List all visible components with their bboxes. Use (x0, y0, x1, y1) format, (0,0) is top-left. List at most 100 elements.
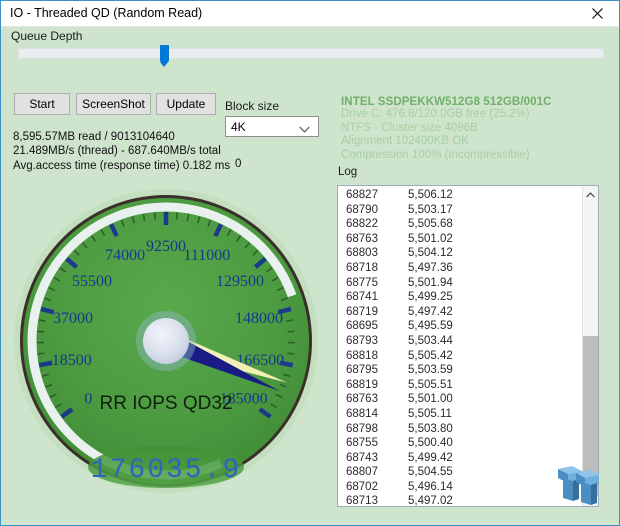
log-row[interactable]: 68790 5,503.17 (338, 203, 582, 218)
log-value: 5,501.02 (408, 232, 453, 245)
gauge-tick-label: 148000 (235, 310, 283, 327)
log-row[interactable]: 68803 5,504.12 (338, 246, 582, 261)
gauge-tick-label: 92500 (146, 238, 186, 255)
log-row[interactable]: 68719 5,497.42 (338, 305, 582, 320)
stat-throughput: 21.489MB/s (thread) - 687.640MB/s total (13, 145, 221, 158)
stat-read-total: 8,595.57MB read / 9013104640 (13, 131, 175, 143)
tweaktown-logo (552, 463, 600, 507)
close-icon (591, 8, 603, 19)
log-value: 5,497.42 (408, 305, 453, 318)
log-iops: 68818 (346, 349, 378, 362)
log-row[interactable]: 68819 5,505.51 (338, 378, 582, 393)
log-row[interactable]: 68713 5,497.02 (338, 494, 582, 507)
log-value: 5,503.17 (408, 203, 453, 216)
log-label: Log (338, 166, 358, 178)
update-button[interactable]: Update (156, 93, 216, 115)
log-iops: 68807 (346, 466, 378, 479)
log-value: 5,503.44 (408, 334, 453, 347)
log-value: 5,506.12 (408, 189, 453, 201)
log-iops: 68790 (346, 203, 378, 216)
log-value: 5,505.68 (408, 218, 453, 231)
log-value: 5,497.36 (408, 261, 453, 274)
log-iops: 68827 (346, 189, 378, 201)
log-row[interactable]: 68743 5,499.42 (338, 451, 582, 466)
gauge-minor-tick (153, 212, 157, 220)
gauge-tick-label: 37000 (53, 310, 93, 327)
log-row[interactable]: 68807 5,504.55 (338, 465, 582, 480)
gauge-tick-label: 55500 (72, 273, 112, 290)
log-iops: 68763 (346, 393, 378, 406)
log-row[interactable]: 68798 5,503.80 (338, 422, 582, 437)
gauge-caption: RR IOPS QD32 (99, 393, 232, 414)
stat-access-time: Avg.access time (response time) 0.182 ms (13, 159, 231, 172)
log-value: 5,501.00 (408, 393, 453, 406)
block-size-select[interactable]: 4K (225, 116, 319, 137)
tt-logo-icon (558, 466, 599, 505)
log-row[interactable]: 68793 5,503.44 (338, 334, 582, 349)
log-iops: 68798 (346, 422, 378, 435)
log-listbox[interactable]: 68827 5,506.12 68790 5,503.17 68822 5,505.68 6… (337, 185, 599, 507)
log-row[interactable]: 68822 5,505.68 (338, 217, 582, 232)
log-iops: 68719 (346, 305, 378, 318)
drive-capacity: Drive C: 476.8/120.0GB free (25.2%) (341, 108, 530, 120)
log-iops: 68822 (346, 218, 378, 231)
title-bar: IO - Threaded QD (Random Read) (1, 1, 619, 27)
log-value: 5,503.80 (408, 422, 453, 435)
log-row[interactable]: 68741 5,499.25 (338, 290, 582, 305)
log-row[interactable]: 68763 5,501.00 (338, 392, 582, 407)
log-row[interactable]: 68763 5,501.02 (338, 232, 582, 247)
gauge-tick-label: 18500 (52, 352, 92, 369)
log-value: 5,500.40 (408, 437, 453, 450)
log-scrollbar[interactable] (582, 186, 598, 506)
log-value: 5,497.02 (408, 495, 453, 507)
log-row[interactable]: 68702 5,496.14 (338, 480, 582, 495)
gauge-minor-tick (37, 330, 45, 333)
slider-thumb[interactable] (160, 45, 169, 67)
drive-compression: Compression 100% (Incompressible) (341, 148, 530, 161)
gauge-tick-label: 111000 (183, 247, 230, 264)
stats-block: 8,595.57MB read / 9013104640 21.489MB/s … (13, 130, 230, 173)
chevron-down-icon (299, 123, 310, 137)
log-value: 5,503.59 (408, 364, 453, 377)
screenshot-button[interactable]: ScreenShot (76, 93, 151, 115)
log-iops: 68741 (346, 291, 378, 304)
block-size-label: Block size (225, 99, 280, 113)
log-iops: 68702 (346, 480, 378, 493)
log-iops: 68763 (346, 232, 378, 245)
gauge-tick-label: 0 (84, 390, 92, 407)
log-iops: 68718 (346, 261, 378, 274)
gauge-minor-tick (37, 352, 45, 355)
start-button[interactable]: Start (14, 93, 70, 115)
log-row[interactable]: 68814 5,505.11 (338, 407, 582, 422)
log-row[interactable]: 68755 5,500.40 (338, 436, 582, 451)
scroll-up-button[interactable] (583, 186, 598, 203)
gauge-tick-label: 74000 (105, 247, 145, 264)
log-iops: 68775 (346, 276, 378, 289)
log-list: 68827 5,506.12 68790 5,503.17 68822 5,505.68 6… (338, 188, 582, 507)
log-row[interactable]: 68695 5,495.59 (338, 319, 582, 334)
log-value: 5,496.14 (408, 480, 453, 493)
close-button[interactable] (575, 1, 619, 26)
block-size-value: 4K (231, 120, 246, 134)
gauge-minor-tick (287, 330, 295, 333)
log-row[interactable]: 68795 5,503.59 (338, 363, 582, 378)
log-row[interactable]: 68818 5,505.42 (338, 349, 582, 364)
gauge-tick-label: 129500 (216, 273, 264, 290)
gauge-minor-tick (175, 212, 179, 220)
chevron-up-icon (586, 191, 595, 197)
log-iops: 68803 (346, 247, 378, 260)
log-row[interactable]: 68827 5,506.12 (338, 188, 582, 203)
iops-gauge: 0 18500 37000 55500 74000 92500 111000 129500 14… (11, 181, 321, 501)
log-row[interactable]: 68775 5,501.94 (338, 276, 582, 291)
log-iops: 68695 (346, 320, 378, 333)
log-value: 5,504.55 (408, 466, 453, 479)
log-iops: 68713 (346, 495, 378, 507)
stat-counter: 0 (235, 158, 242, 170)
log-iops: 68743 (346, 451, 378, 464)
queue-depth-slider[interactable] (18, 45, 604, 67)
slider-track[interactable] (18, 48, 604, 59)
log-value: 5,495.59 (408, 320, 453, 333)
gauge-major-tick (38, 360, 53, 368)
log-row[interactable]: 68718 5,497.36 (338, 261, 582, 276)
app-window: IO - Threaded QD (Random Read) Queue Dep… (0, 0, 620, 526)
